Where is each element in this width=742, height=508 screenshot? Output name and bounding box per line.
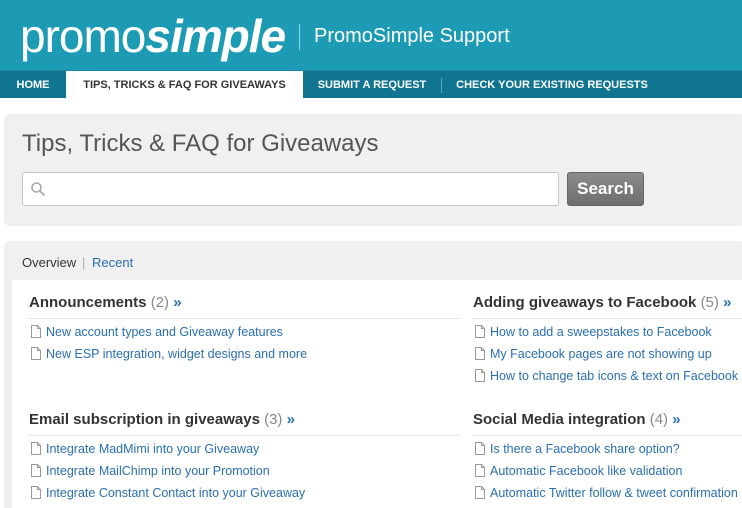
category-count: (3) bbox=[264, 411, 283, 428]
promosimple-logo[interactable]: promosimple bbox=[20, 8, 286, 64]
document-icon bbox=[475, 325, 485, 338]
article-link[interactable]: Is there a Facebook share option? bbox=[490, 440, 680, 458]
category-divider bbox=[29, 318, 459, 319]
article-link[interactable]: Automatic Twitter follow & tweet confirm… bbox=[490, 484, 738, 502]
search-button[interactable]: Search bbox=[567, 172, 644, 206]
document-icon bbox=[31, 442, 41, 455]
document-icon bbox=[31, 325, 41, 338]
article-link[interactable]: My Facebook pages are not showing up bbox=[490, 345, 712, 363]
category-title[interactable]: Social Media integration (4) » bbox=[473, 411, 681, 428]
main-nav: HOME TIPS, TRICKS & FAQ FOR GIVEAWAYS SU… bbox=[0, 70, 742, 99]
document-icon bbox=[475, 442, 485, 455]
logo-text-promo: promo bbox=[20, 10, 146, 62]
category-count: (5) bbox=[700, 294, 719, 311]
document-icon bbox=[31, 347, 41, 360]
nav-submit-request[interactable]: SUBMIT A REQUEST bbox=[303, 71, 441, 99]
category-more-link[interactable]: » bbox=[723, 294, 731, 311]
document-icon bbox=[31, 486, 41, 499]
site-header: promosimple PromoSimple Support bbox=[0, 0, 742, 70]
article-link[interactable]: How to change tab icons & text on Facebo… bbox=[490, 367, 738, 385]
category-title[interactable]: Email subscription in giveaways (3) » bbox=[29, 411, 295, 428]
tab-overview[interactable]: Overview bbox=[22, 255, 76, 270]
category-title-text: Email subscription in giveaways bbox=[29, 411, 260, 428]
tab-separator: | bbox=[82, 255, 86, 270]
article-link[interactable]: New account types and Giveaway features bbox=[46, 323, 283, 341]
article-link[interactable]: New ESP integration, widget designs and … bbox=[46, 345, 307, 363]
category-divider bbox=[473, 318, 742, 319]
category-title-text: Announcements bbox=[29, 294, 147, 311]
category-divider bbox=[29, 435, 459, 436]
article-link[interactable]: How to add a sweepstakes to Facebook bbox=[490, 323, 712, 341]
search-input[interactable] bbox=[52, 176, 552, 202]
header-divider bbox=[299, 24, 300, 50]
category-more-link[interactable]: » bbox=[173, 294, 181, 311]
category-title[interactable]: Adding giveaways to Facebook (5) » bbox=[473, 294, 731, 311]
nav-home[interactable]: HOME bbox=[0, 71, 66, 99]
category-divider bbox=[473, 435, 742, 436]
document-icon bbox=[31, 464, 41, 477]
article-link[interactable]: Integrate Constant Contact into your Giv… bbox=[46, 484, 305, 502]
article-link[interactable]: Integrate MadMimi into your Giveaway bbox=[46, 440, 259, 458]
category-title-text: Adding giveaways to Facebook bbox=[473, 294, 697, 311]
category-more-link[interactable]: » bbox=[672, 411, 680, 428]
category-more-link[interactable]: » bbox=[287, 411, 295, 428]
document-icon bbox=[475, 369, 485, 382]
logo-text-simple: simple bbox=[145, 10, 286, 62]
category-title[interactable]: Announcements (2) » bbox=[29, 294, 182, 311]
article-link[interactable]: Integrate MailChimp into your Promotion bbox=[46, 462, 270, 480]
category-count: (2) bbox=[150, 294, 170, 311]
nav-tips-tricks-faq[interactable]: TIPS, TRICKS & FAQ FOR GIVEAWAYS bbox=[66, 71, 303, 99]
site-title: PromoSimple Support bbox=[314, 25, 510, 47]
nav-check-requests[interactable]: CHECK YOUR EXISTING REQUESTS bbox=[442, 71, 662, 99]
article-link[interactable]: Automatic Facebook like validation bbox=[490, 462, 682, 480]
category-count: (4) bbox=[649, 411, 669, 428]
search-icon bbox=[31, 182, 45, 196]
category-title-text: Social Media integration bbox=[473, 411, 646, 428]
document-icon bbox=[475, 347, 485, 360]
document-icon bbox=[475, 486, 485, 499]
page-title: Tips, Tricks & FAQ for Giveaways bbox=[22, 130, 379, 157]
tab-recent[interactable]: Recent bbox=[92, 255, 133, 270]
document-icon bbox=[475, 464, 485, 477]
